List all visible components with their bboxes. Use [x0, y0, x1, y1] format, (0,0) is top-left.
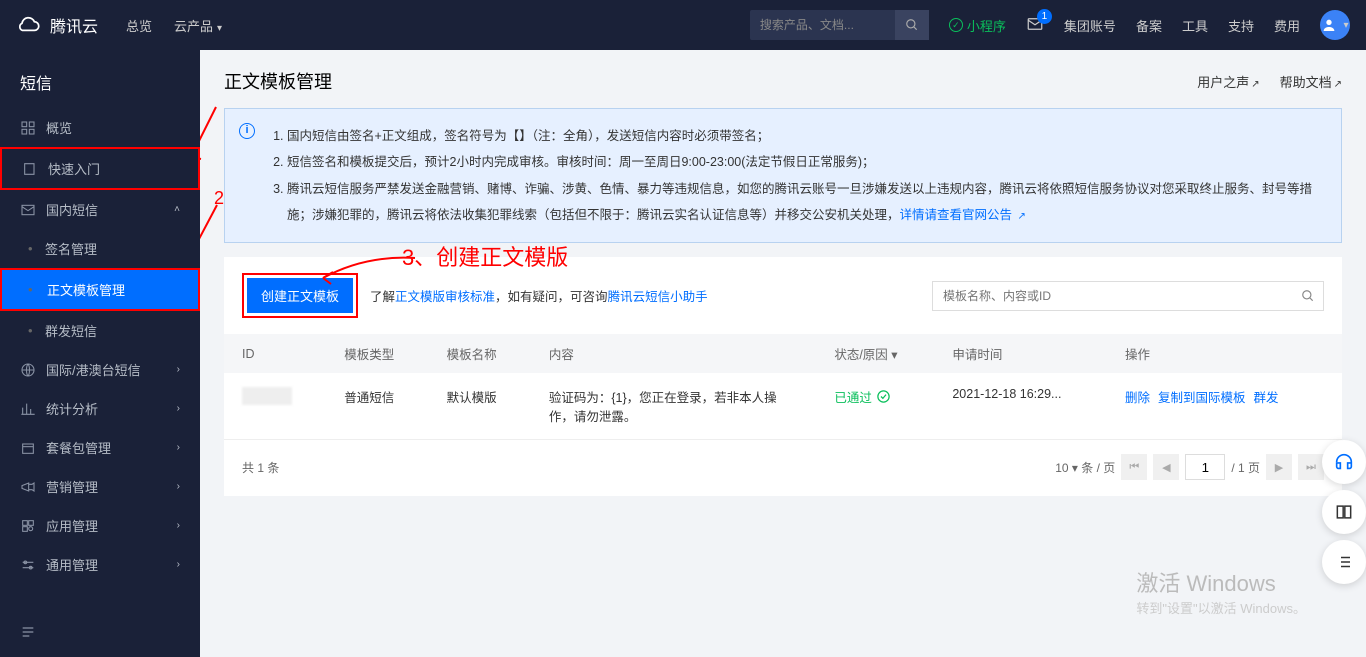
sidebar-item[interactable]: 套餐包管理›: [0, 428, 200, 467]
sidebar-item[interactable]: 统计分析›: [0, 389, 200, 428]
sidebar: 短信 概览快速入门国内短信˄签名管理正文模板管理群发短信国际/港澳台短信›统计分…: [0, 50, 200, 657]
create-template-button[interactable]: 创建正文模板: [247, 278, 353, 313]
column-header: ID: [224, 334, 326, 373]
templates-table: ID模板类型模板名称内容状态/原因 ▾申请时间操作 普通短信默认模版验证码为：{…: [224, 334, 1342, 440]
voice-link[interactable]: 用户之声↗: [1197, 72, 1259, 91]
sidebar-item[interactable]: 正文模板管理: [0, 268, 200, 311]
help-link[interactable]: 帮助文档↗: [1280, 72, 1342, 91]
headset-icon: [1333, 451, 1355, 473]
global-search: [750, 10, 929, 40]
column-header: 申请时间: [934, 334, 1107, 373]
sidebar-item[interactable]: 群发短信: [0, 311, 200, 350]
template-search-input[interactable]: [933, 282, 1293, 310]
billing-link[interactable]: 费用: [1274, 16, 1300, 35]
page-size[interactable]: 10 ▾ 条 / 页: [1055, 459, 1115, 476]
id-thumb: [242, 387, 292, 405]
sidebar-item[interactable]: 概览: [0, 108, 200, 147]
book-icon: [1334, 502, 1354, 522]
main-content: 正文模板管理 用户之声↗ 帮助文档↗ i 国内短信由签名+正文组成，签名符号为【…: [200, 50, 1366, 657]
sidebar-item[interactable]: 应用管理›: [0, 506, 200, 545]
column-header: 操作: [1107, 334, 1342, 373]
tools-link[interactable]: 工具: [1182, 16, 1208, 35]
sidebar-item[interactable]: 签名管理: [0, 229, 200, 268]
chevron-right-icon: ›: [177, 481, 180, 492]
mail-link[interactable]: 1: [1026, 15, 1044, 36]
filter-icon[interactable]: ▾: [891, 348, 897, 362]
notice-link[interactable]: 详情请查看官网公告 ↗: [900, 208, 1026, 222]
page-input[interactable]: [1185, 454, 1225, 480]
search-icon: [905, 18, 919, 32]
top-nav: 总览 云产品: [126, 16, 222, 35]
audit-std-link[interactable]: 正文模版审核标准: [395, 290, 495, 304]
info-banner: i 国内短信由签名+正文组成，签名符号为【】（注：全角），发送短信内容时必须带签…: [224, 108, 1342, 243]
column-header: 模板类型: [326, 334, 428, 373]
nav-overview[interactable]: 总览: [126, 16, 152, 35]
page-prev[interactable]: ◀: [1153, 454, 1179, 480]
column-header: 内容: [531, 334, 816, 373]
pagination: 共 1 条 10 ▾ 条 / 页 ⏮ ◀ / 1 页 ▶ ⏭: [224, 440, 1342, 480]
nav-products[interactable]: 云产品: [174, 16, 222, 35]
mail-icon: [20, 202, 36, 218]
sidebar-title: 短信: [0, 60, 200, 108]
user-avatar[interactable]: ▾: [1320, 10, 1350, 40]
sidebar-item[interactable]: 快速入门: [0, 147, 200, 190]
arrow-1: [200, 102, 226, 172]
chevron-up-icon: ˄: [174, 204, 180, 215]
check-circle-icon: [876, 389, 891, 404]
search-input[interactable]: [750, 11, 895, 39]
mail-badge: 1: [1037, 9, 1052, 24]
horn-icon: [20, 479, 36, 495]
cloud-icon: [16, 12, 42, 38]
template-search: [932, 281, 1324, 311]
column-header: 模板名称: [429, 334, 531, 373]
column-header: 状态/原因 ▾: [816, 334, 934, 373]
search-button[interactable]: [895, 10, 929, 40]
book-icon: [22, 161, 38, 177]
status-badge: 已通过: [834, 387, 916, 406]
chart-icon: [20, 401, 36, 417]
op-link[interactable]: 群发: [1254, 391, 1279, 405]
toolbar-tip: 了解正文模版审核标准，如有疑问，可咨询腾讯云短信小助手: [370, 286, 708, 305]
fab-docs[interactable]: [1322, 490, 1366, 534]
sidebar-item[interactable]: 营销管理›: [0, 467, 200, 506]
content-panel: 创建正文模板 了解正文模版审核标准，如有疑问，可咨询腾讯云短信小助手 ID模板类…: [224, 257, 1342, 496]
table-row: 普通短信默认模版验证码为：{1}，您正在登录，若非本人操作，请勿泄露。已通过 2…: [224, 373, 1342, 440]
grid-icon: [20, 120, 36, 136]
miniprogram-link[interactable]: ✓ 小程序: [949, 16, 1006, 35]
chevron-right-icon: ›: [177, 364, 180, 375]
chevron-right-icon: ›: [177, 442, 180, 453]
helper-link[interactable]: 腾讯云短信小助手: [608, 290, 708, 304]
box-icon: [20, 440, 36, 456]
beian-link[interactable]: 备案: [1136, 16, 1162, 35]
app-icon: [20, 518, 36, 534]
check-icon: ✓: [949, 18, 963, 32]
account-link[interactable]: 集团账号: [1064, 16, 1116, 35]
globe-icon: [20, 362, 36, 378]
sidebar-item[interactable]: 国际/港澳台短信›: [0, 350, 200, 389]
page-next[interactable]: ▶: [1266, 454, 1292, 480]
sidebar-item[interactable]: 国内短信˄: [0, 190, 200, 229]
annotation-2: 2: [214, 188, 224, 209]
collapse-icon[interactable]: [20, 624, 36, 643]
chevron-right-icon: ›: [177, 403, 180, 414]
fab-menu[interactable]: [1322, 540, 1366, 584]
chevron-right-icon: ›: [177, 520, 180, 531]
list-icon: [1335, 553, 1353, 571]
sidebar-item[interactable]: 通用管理›: [0, 545, 200, 584]
page-title: 正文模板管理: [224, 68, 332, 94]
search-icon[interactable]: [1293, 289, 1323, 303]
fab-chat[interactable]: [1322, 440, 1366, 484]
page-first[interactable]: ⏮: [1121, 454, 1147, 480]
top-bar: 腾讯云 总览 云产品 ✓ 小程序 1 集团账号 备案 工具 支持 费用 ▾: [0, 0, 1366, 50]
support-link[interactable]: 支持: [1228, 16, 1254, 35]
op-link[interactable]: 删除: [1125, 391, 1150, 405]
op-link[interactable]: 复制到国际模板: [1158, 391, 1246, 405]
info-icon: i: [239, 123, 255, 139]
user-icon: [1321, 17, 1337, 33]
brand-logo[interactable]: 腾讯云: [16, 12, 98, 38]
page-last[interactable]: ⏭: [1298, 454, 1324, 480]
set-icon: [20, 557, 36, 573]
chevron-right-icon: ›: [177, 559, 180, 570]
